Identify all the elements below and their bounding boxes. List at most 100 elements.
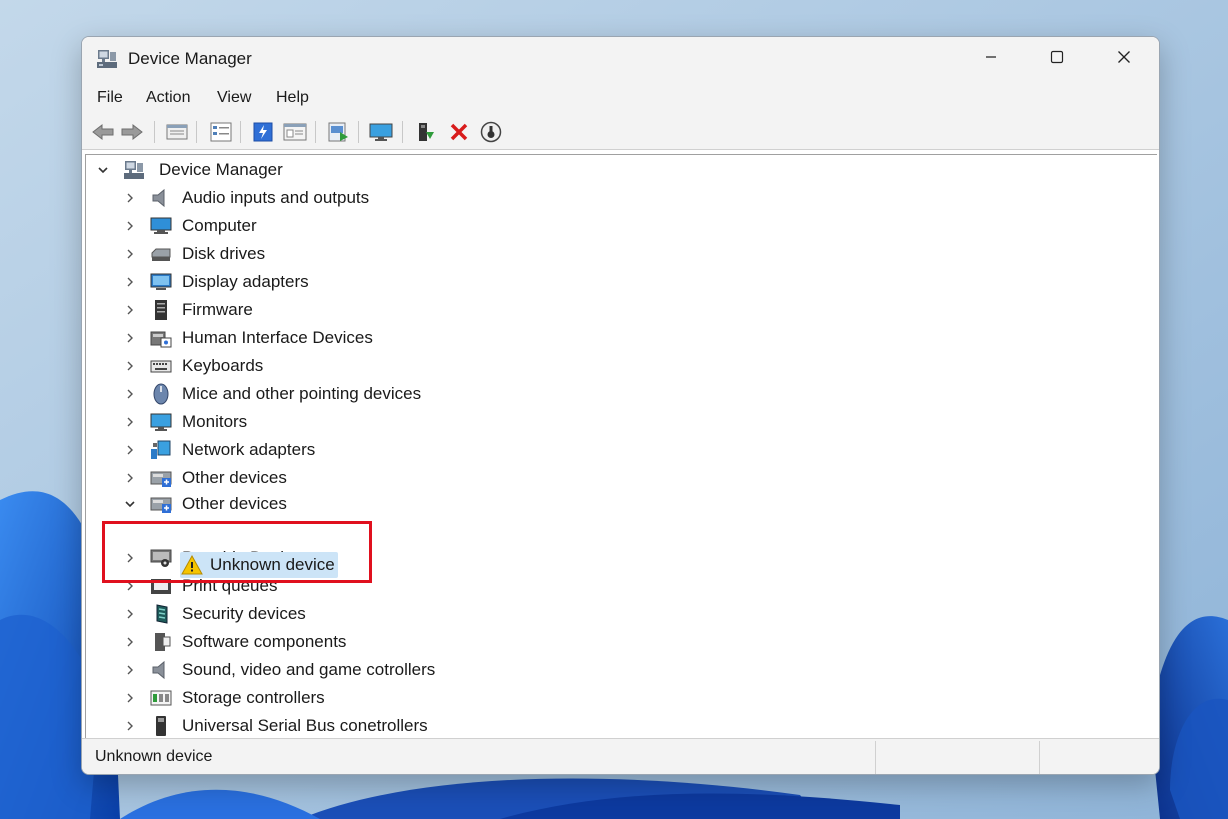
tree-item-category[interactable]: Disk drives [86,241,1086,267]
chevron-right-icon[interactable] [123,331,137,345]
tree-item-label: Mice and other pointing devices [182,384,422,403]
tree-item-category[interactable]: Firmware [86,297,1086,323]
status-divider [1039,741,1040,774]
chevron-right-icon[interactable] [123,635,137,649]
tree-item-category[interactable]: Software components [86,629,1086,655]
chevron-right-icon[interactable] [123,359,137,373]
tree-item-category[interactable]: Other devices [86,465,1086,491]
device-tree: Device Manager Audio inputs and outputs C… [85,154,1157,738]
tree-item-category[interactable]: Mice and other pointing devices [86,381,1086,407]
chevron-down-icon[interactable] [96,163,110,177]
toolbar-separator [315,121,316,143]
display-adapter-icon [150,273,172,290]
chevron-right-icon[interactable] [123,275,137,289]
tree-item-category[interactable]: Computer [86,213,1086,239]
toolbar-separator [358,121,359,143]
menu-file[interactable]: File [97,89,123,107]
menu-action[interactable]: Action [146,89,190,107]
tree-item-category[interactable]: Human Interface Devices [86,325,1086,351]
software-component-icon [155,633,171,651]
tree-item-category[interactable]: Keyboards [86,353,1086,379]
forward-button[interactable] [119,120,145,144]
chevron-right-icon[interactable] [123,219,137,233]
chevron-down-icon[interactable] [123,497,137,511]
firmware-icon [155,300,167,320]
details-view-button[interactable] [208,120,234,144]
tree-item-category[interactable]: Universal Serial Bus conetrollers [86,713,1086,739]
uninstall-device-icon [450,123,468,141]
scan-hardware-button[interactable] [326,120,352,144]
disk-drive-icon [151,248,171,261]
status-bar: Unknown device [82,738,1159,774]
chevron-right-icon[interactable] [123,303,137,317]
chevron-right-icon[interactable] [123,471,137,485]
details-view-icon [210,122,232,142]
toolbar-separator [402,121,403,143]
help-view-button[interactable] [282,120,308,144]
tree-item-label: Other devices [182,468,287,487]
hid-icon [150,331,172,348]
tree-item-category[interactable]: Other devices [86,491,1086,517]
minimize-icon [986,56,996,58]
help-view-icon [283,123,307,141]
tree-item-category[interactable]: Display adapters [86,269,1086,295]
maximize-button[interactable] [1023,37,1091,77]
other-devices-icon [150,471,172,487]
security-device-icon [156,604,168,624]
tree-item-label: Security devices [182,604,306,623]
monitor-icon [369,123,393,141]
computer-icon [150,217,172,234]
chevron-right-icon[interactable] [123,607,137,621]
tree-item-label: Display adapters [182,272,309,291]
chevron-right-icon[interactable] [123,191,137,205]
tree-item-category[interactable]: Storage controllers [86,685,1086,711]
tree-item-label: Computer [182,216,257,235]
tree-root-label: Device Manager [159,160,283,179]
forward-arrow-icon [121,123,143,141]
download-button[interactable] [478,120,504,144]
device-manager-icon [97,50,117,68]
monitor-button[interactable] [368,120,394,144]
toolbar-separator [196,121,197,143]
tree-item-label: Keyboards [182,356,264,375]
chevron-right-icon[interactable] [123,719,137,733]
update-driver-icon [253,122,273,142]
minimize-button[interactable] [957,37,1025,77]
close-button[interactable] [1090,37,1158,77]
properties-button[interactable] [164,120,190,144]
tree-item-label: Firmware [182,300,253,319]
menu-bar: File Action View Help [82,81,1159,116]
chevron-right-icon[interactable] [123,415,137,429]
speaker-icon [152,660,165,680]
network-adapter-icon [151,440,171,459]
menu-view[interactable]: View [217,89,251,107]
enable-device-button[interactable] [413,120,439,144]
tree-item-category[interactable]: Audio inputs and outputs [86,185,1086,211]
tree-item-label: Sound, video and game cotrollers [182,660,436,679]
chevron-right-icon[interactable] [123,387,137,401]
update-driver-button[interactable] [250,120,276,144]
chevron-right-icon[interactable] [123,443,137,457]
scan-hardware-icon [328,122,348,142]
tree-item-category[interactable]: Sound, video and game cotrollers [86,657,1086,683]
annotation-highlight-box [102,521,372,583]
tree-root[interactable]: Device Manager [86,157,1086,183]
tree-item-label: Storage controllers [182,688,325,707]
toolbar [82,115,1159,150]
tree-item-label: Human Interface Devices [182,328,373,347]
uninstall-device-button[interactable] [446,120,472,144]
tree-item-label: Universal Serial Bus conetrollers [182,716,428,735]
tree-item-category[interactable]: Monitors [86,409,1086,435]
other-devices-icon [150,497,172,513]
tree-item-label: Monitors [182,412,248,431]
back-button[interactable] [90,120,116,144]
chevron-right-icon[interactable] [123,663,137,677]
tree-item-category[interactable]: Network adapters [86,437,1086,463]
menu-help[interactable]: Help [276,89,309,107]
chevron-right-icon[interactable] [123,691,137,705]
title-bar: Device Manager [82,37,1159,81]
tree-item-category[interactable]: Security devices [86,601,1086,627]
keyboard-icon [150,360,172,373]
tree-item-label: Software components [182,632,347,651]
chevron-right-icon[interactable] [123,247,137,261]
